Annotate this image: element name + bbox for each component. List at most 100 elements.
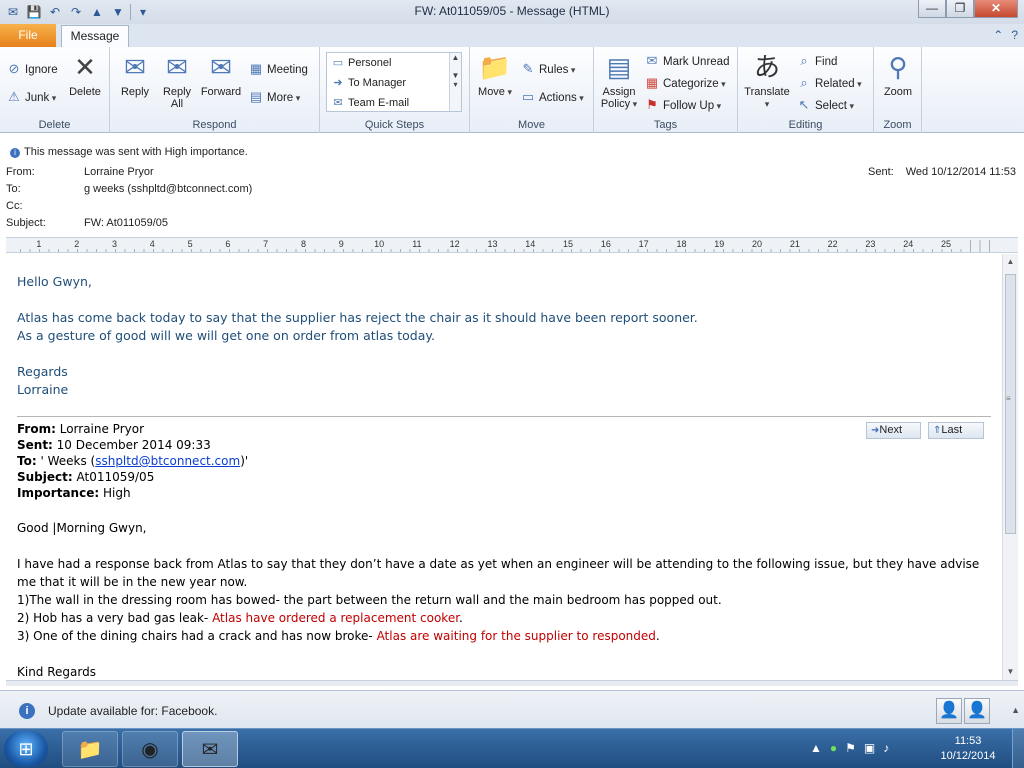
select-button[interactable]: ↖ Select <box>796 95 854 115</box>
respond-group-label: Respond <box>192 119 237 131</box>
start-button[interactable]: ⊞ <box>4 731 48 767</box>
forward-button[interactable]: ✉ Forward <box>198 51 244 98</box>
ruler-number: 2 <box>57 239 96 249</box>
scroll-thumb[interactable] <box>1005 274 1016 534</box>
help-icon[interactable]: ? <box>1011 28 1018 42</box>
tags-group-label: Tags <box>653 119 678 131</box>
translate-button[interactable]: あ Translate <box>744 51 790 110</box>
junk-button[interactable]: ⚠ Junk <box>6 87 56 107</box>
move-folder-icon: 📁 <box>478 52 512 82</box>
move-group: 📁Move ✎Rules ▭Actions Move <box>470 47 594 133</box>
avatar[interactable]: 👤 <box>964 698 990 724</box>
fwd-item-3: 3) One of the dining chairs had a crack … <box>17 629 660 643</box>
ruler-number: 21 <box>775 239 814 249</box>
avatar[interactable]: 👤 <box>936 698 962 724</box>
status-icon[interactable]: ● <box>830 741 837 755</box>
arrow-right-icon: ➜ <box>333 77 343 89</box>
zoom-button[interactable]: ⚲ Zoom <box>875 51 921 98</box>
assign-policy-button[interactable]: ▤ Assign Policy <box>596 51 642 110</box>
actions-button[interactable]: ▭ Actions <box>520 87 584 107</box>
show-hidden-icons-icon[interactable]: ▲ <box>810 741 822 755</box>
junk-icon: ⚠ <box>8 89 20 104</box>
last-button[interactable]: ⇑Last <box>928 422 984 439</box>
move-button[interactable]: 📁 Move <box>472 51 518 98</box>
fwd-greeting: Good |Morning Gwyn, <box>17 521 147 535</box>
actions-icon: ▭ <box>521 89 535 104</box>
quick-step-team-email[interactable]: ✉ Team E-mail <box>327 93 461 113</box>
rules-button[interactable]: ✎ Rules <box>520 59 576 79</box>
vertical-scrollbar[interactable]: ▲ ≡ ▼ <box>1002 254 1018 680</box>
flag-icon[interactable]: ⚑ <box>845 741 856 755</box>
social-connector-bar: i Update available for: Facebook. 👤 👤 ▲ <box>0 690 1024 730</box>
network-icon[interactable]: ▣ <box>864 741 875 755</box>
ruler-numbers: 1 2 3 4 5 6 7 8 9 10 11 12 13 14 15 16 17 18 19 20 21 22 23 24 2… <box>20 239 965 249</box>
delete-button[interactable]: ✕ Delete <box>62 51 108 98</box>
message-header: i This message was sent with High importa… <box>0 134 1024 234</box>
more-button[interactable]: ▤ More <box>248 87 300 107</box>
horizontal-scrollbar[interactable] <box>6 680 1018 686</box>
meeting-icon: ▦ <box>249 61 263 76</box>
outlook-icon[interactable]: ✉ <box>182 731 238 767</box>
tags-group: ▤AssignPolicy ✉Mark Unread ▦Categorize ⚑… <box>594 47 738 133</box>
more-icon: ▤ <box>249 89 263 104</box>
maximize-button[interactable]: ❐ <box>946 0 974 18</box>
quick-steps-gallery: ▭ Personel ➜ To Manager ✉ Team E-mail ▲ ▼ ▾ <box>326 52 462 112</box>
chrome-icon[interactable]: ◉ <box>122 731 178 767</box>
ruler-number: 7 <box>246 239 285 249</box>
expand-icon[interactable]: ▲ <box>1011 705 1020 715</box>
related-icon: ⌕ <box>800 75 808 90</box>
volume-icon[interactable]: ♪ <box>883 741 889 755</box>
quick-steps-scroll[interactable]: ▲ ▼ ▾ <box>449 53 461 111</box>
fwd-item-1: 1)The wall in the dressing room has bowe… <box>17 593 722 607</box>
explorer-icon[interactable]: 📁 <box>62 731 118 767</box>
minimize-ribbon-icon[interactable]: ⌃ <box>993 28 1003 42</box>
message-body[interactable]: Hello Gwyn, Atlas has come back today to… <box>6 254 1002 680</box>
sent-value: Wed 10/12/2014 11:53 <box>905 166 1016 178</box>
close-button[interactable]: ✕ <box>974 0 1018 18</box>
forward-divider <box>17 416 991 417</box>
binoculars-icon: ⌕ <box>800 53 808 68</box>
magnifier-icon: ⚲ <box>888 52 908 82</box>
find-button[interactable]: ⌕ Find <box>796 51 837 71</box>
reply-button[interactable]: ✉ Reply <box>112 51 158 98</box>
email-link[interactable]: sshpltd@btconnect.com <box>95 454 240 468</box>
categorize-button[interactable]: ▦ Categorize <box>644 73 726 93</box>
from-row: From: Lorraine Pryor <box>6 166 154 178</box>
scroll-up-arrow[interactable]: ▲ <box>1003 254 1018 270</box>
ribbon-tab-icons: ⌃ ? <box>993 28 1018 42</box>
ruler-number: 5 <box>171 239 209 249</box>
mark-unread-button[interactable]: ✉ Mark Unread <box>644 51 730 71</box>
from-value[interactable]: Lorraine Pryor <box>84 166 154 178</box>
ignore-button[interactable]: ⊘ Ignore <box>6 59 58 79</box>
to-value[interactable]: g weeks (sshpltd@btconnect.com) <box>84 183 252 195</box>
reply-all-button[interactable]: ✉ Reply All <box>154 51 200 110</box>
ruler-number: 24 <box>889 239 928 249</box>
editing-group: あTranslate ⌕Find ⌕Related ↖Select Editin… <box>738 47 874 133</box>
minimize-button[interactable]: — <box>918 0 946 18</box>
clock-time: 11:53 <box>954 735 982 747</box>
quick-step-personel[interactable]: ▭ Personel <box>327 53 461 73</box>
fwd-sent: Sent: 10 December 2014 09:33 <box>17 438 211 452</box>
to-row: To: g weeks (sshpltd@btconnect.com) <box>6 183 253 195</box>
next-button[interactable]: ➜Next <box>866 422 921 439</box>
fwd-from: From: Lorraine Pryor <box>17 422 145 436</box>
scroll-down-arrow[interactable]: ▼ <box>1003 664 1018 680</box>
taskbar: ⊞ 📁 ◉ ✉ ▲ ● ⚑ ▣ ♪ 11:53 10/12/2014 <box>0 728 1024 768</box>
related-button[interactable]: ⌕ Related <box>796 73 861 93</box>
translate-icon: あ <box>753 52 780 82</box>
body-line-2: As a gesture of good will we will get on… <box>17 328 435 343</box>
respond-group: ✉ Reply ✉ Reply All ✉ Forward ▦ Meeting ▤ More… <box>110 47 320 133</box>
meeting-button[interactable]: ▦ Meeting <box>248 59 308 79</box>
ruler[interactable]: 1 2 3 4 5 6 7 8 9 10 11 12 13 14 15 16 17 18 19 20 21 22 23 24 2… <box>6 237 1018 253</box>
clock-date: 10/12/2014 <box>940 750 996 762</box>
clock[interactable]: 11:53 10/12/2014 <box>930 734 1006 764</box>
follow-up-button[interactable]: ⚑ Follow Up <box>644 95 721 115</box>
ruler-number: 10 <box>360 239 398 249</box>
update-available-text[interactable]: Update available for: Facebook. <box>48 704 217 718</box>
quick-step-to-manager[interactable]: ➜ To Manager <box>327 73 461 93</box>
tab-file[interactable]: File <box>0 24 56 47</box>
fwd-paragraph-line-1: I have had a response back from Atlas to… <box>17 557 980 571</box>
tab-message[interactable]: Message <box>61 25 129 47</box>
show-desktop-button[interactable] <box>1012 729 1024 768</box>
cursor-icon: ↖ <box>798 97 810 112</box>
